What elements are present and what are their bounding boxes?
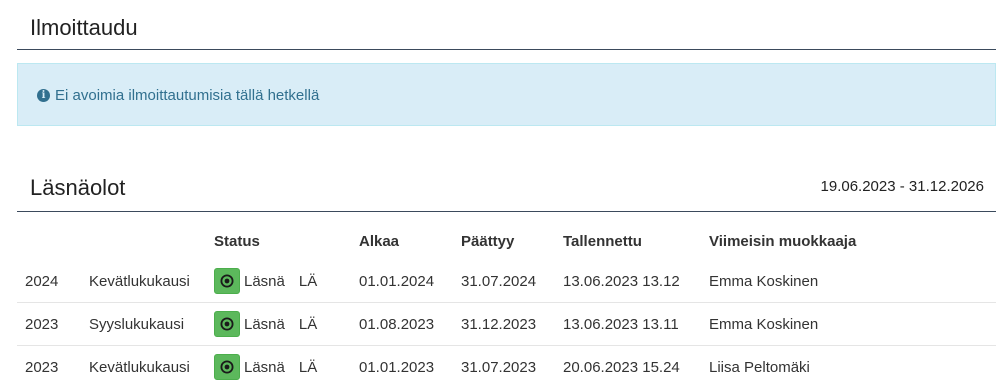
cell-status: Läsnä LÄ xyxy=(214,260,359,303)
cell-editor: Emma Koskinen xyxy=(709,302,996,346)
column-header-status: Status xyxy=(214,232,260,250)
cell-end: 31.12.2023 xyxy=(461,302,563,346)
status-group: Läsnä LÄ xyxy=(214,268,359,294)
cell-year: 2023 xyxy=(17,345,89,388)
column-header-term xyxy=(89,222,214,260)
status-code: LÄ xyxy=(298,358,318,376)
signup-header: Ilmoittaudu xyxy=(17,0,996,50)
info-message: Ei avoimia ilmoittautumisia tällä hetkel… xyxy=(55,87,320,104)
column-header-saved: Tallennettu xyxy=(563,232,642,250)
dot-circle-icon xyxy=(220,274,234,288)
table-row: 2024 Kevätlukukausi Läsnä LÄ 01.01.2024 … xyxy=(17,260,996,303)
cell-editor: Liisa Peltomäki xyxy=(709,345,996,388)
attendance-table: Status Alkaa Päättyy Tallennettu Viimeis… xyxy=(17,222,996,388)
status-toggle-button[interactable] xyxy=(214,311,240,337)
table-header-row: Status Alkaa Päättyy Tallennettu Viimeis… xyxy=(17,222,996,260)
cell-end: 31.07.2023 xyxy=(461,345,563,388)
status-group: Läsnä LÄ xyxy=(214,311,359,337)
cell-status: Läsnä LÄ xyxy=(214,345,359,388)
page: Ilmoittaudu i Ei avoimia ilmoittautumisi… xyxy=(0,0,1004,392)
cell-start: 01.01.2023 xyxy=(359,345,461,388)
cell-saved: 20.06.2023 15.24 xyxy=(563,345,709,388)
attendance-date-range: 19.06.2023 - 31.12.2026 xyxy=(820,178,984,195)
column-header-editor: Viimeisin muokkaaja xyxy=(709,232,857,250)
status-code: LÄ xyxy=(298,272,318,290)
cell-term: Kevätlukukausi xyxy=(89,272,190,290)
signup-title: Ilmoittaudu xyxy=(30,15,138,40)
cell-start: 01.01.2024 xyxy=(359,272,435,290)
column-header-start: Alkaa xyxy=(359,232,400,250)
attendance-title: Läsnäolot xyxy=(30,175,126,200)
cell-saved: 13.06.2023 13.12 xyxy=(563,272,680,290)
cell-editor: Emma Koskinen xyxy=(709,272,819,290)
cell-status: Läsnä LÄ xyxy=(214,302,359,346)
cell-year: 2023 xyxy=(17,302,89,346)
status-label: Läsnä xyxy=(244,315,285,333)
cell-start: 01.08.2023 xyxy=(359,302,461,346)
cell-year: 2024 xyxy=(25,272,59,290)
dot-circle-icon xyxy=(220,360,234,374)
status-toggle-button[interactable] xyxy=(214,354,240,380)
status-group: Läsnä LÄ xyxy=(214,354,359,380)
info-alert-content: i Ei avoimia ilmoittautumisia tällä hetk… xyxy=(37,87,319,104)
status-label: Läsnä xyxy=(244,358,285,376)
dot-circle-icon xyxy=(220,317,234,331)
cell-term: Kevätlukukausi xyxy=(89,345,214,388)
status-label: Läsnä xyxy=(244,272,285,290)
status-toggle-button[interactable] xyxy=(214,268,240,294)
table-row: 2023 Syyslukukausi Läsnä LÄ 01.08.2023 3… xyxy=(17,302,996,346)
column-header-end: Päättyy xyxy=(461,232,515,250)
info-alert: i Ei avoimia ilmoittautumisia tällä hetk… xyxy=(17,63,996,126)
status-code: LÄ xyxy=(298,315,318,333)
cell-saved: 13.06.2023 13.11 xyxy=(563,302,709,346)
cell-term: Syyslukukausi xyxy=(89,302,214,346)
column-header-year xyxy=(17,222,89,260)
cell-end: 31.07.2024 xyxy=(461,272,537,290)
info-circle-icon: i xyxy=(37,89,50,102)
table-row: 2023 Kevätlukukausi Läsnä LÄ 01.01.2023 … xyxy=(17,345,996,388)
